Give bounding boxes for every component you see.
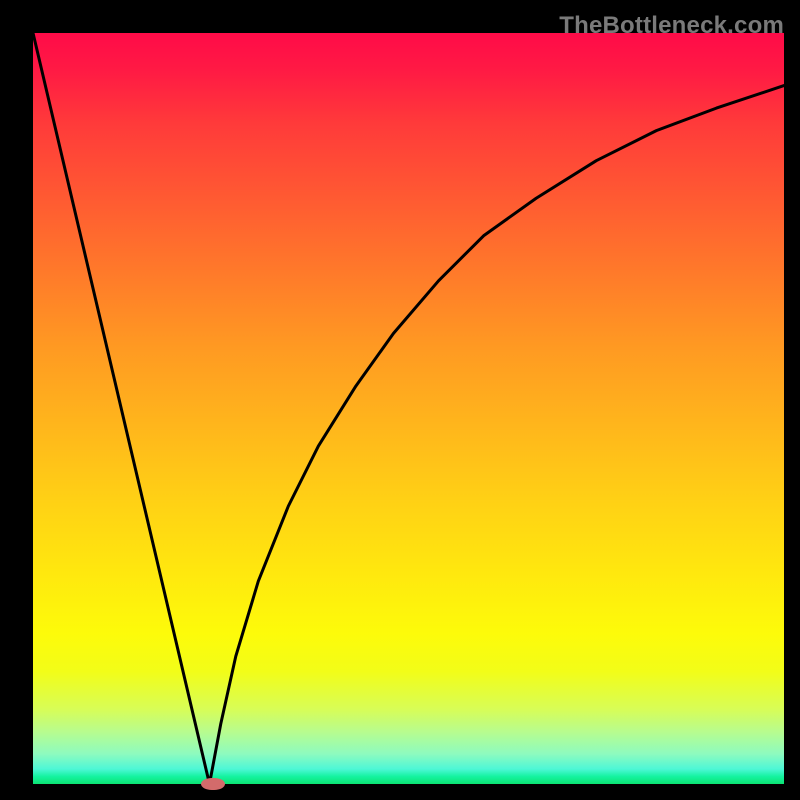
watermark-text: TheBottleneck.com (559, 12, 784, 40)
chart-container: TheBottleneck.com (0, 0, 800, 800)
plot-area (33, 33, 784, 784)
bottleneck-curve (33, 33, 784, 784)
curve-path (33, 33, 784, 784)
optimum-marker (201, 778, 225, 790)
